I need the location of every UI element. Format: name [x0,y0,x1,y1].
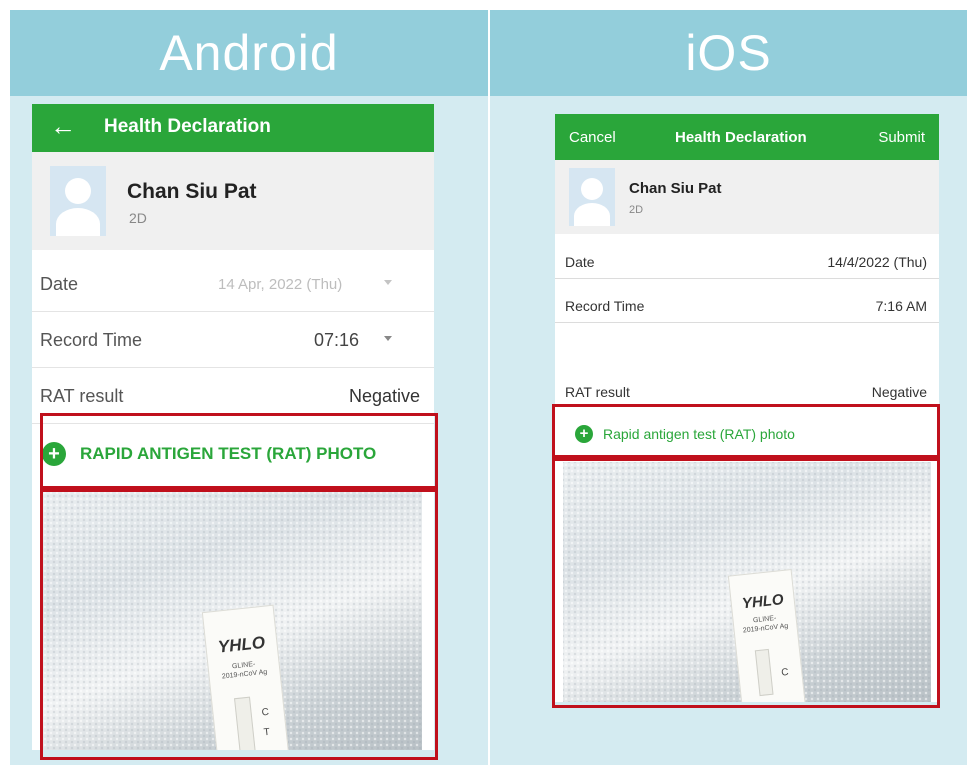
divider [555,278,939,279]
comparison-figure: Android iOS ← Health Declaration Chan Si… [0,0,970,773]
android-app-bar: ← Health Declaration [32,104,434,152]
ios-rat-button-highlight [552,404,940,458]
divider [555,322,939,323]
ios-photo-highlight [552,458,940,708]
cancel-button[interactable]: Cancel [569,129,616,146]
submit-button[interactable]: Submit [878,129,925,146]
ios-date-value: 14/4/2022 (Thu) [827,254,927,270]
android-date-label: Date [40,274,79,294]
person-placeholder-icon [50,166,106,236]
ios-profile-card: Chan Siu Pat 2D [555,160,939,234]
android-record-time-value: 07:16 [314,330,360,350]
ios-record-time-value: 7:16 AM [875,298,927,314]
ios-rat-result-label: RAT result [565,384,630,400]
android-photo-highlight [40,489,438,760]
ios-section-title: iOS [490,10,967,96]
android-rat-button-highlight [40,413,438,489]
arrow-left-icon[interactable]: ← [50,109,76,143]
android-record-time-row[interactable]: Record Time 07:16 [32,314,434,368]
ios-nav-bar: Cancel Health Declaration Submit [555,114,939,160]
person-placeholder-icon [569,168,615,226]
ios-nav-title: Health Declaration [675,129,807,146]
ios-date-label: Date [565,254,595,270]
android-date-value: 14 Apr, 2022 (Thu) [218,276,343,293]
ios-rat-result-value: Negative [871,384,927,400]
ios-student-name: Chan Siu Pat [629,180,722,197]
chevron-down-icon [384,336,392,341]
ios-record-time-row[interactable]: Record Time 7:16 AM [555,284,939,326]
android-app-bar-title: Health Declaration [104,116,271,137]
ios-student-class: 2D [629,204,644,216]
ios-date-row[interactable]: Date 14/4/2022 (Thu) [555,240,939,282]
android-section-title: Android [10,10,488,96]
ios-record-time-label: Record Time [565,298,645,314]
android-rat-result-value: Negative [348,386,420,406]
android-date-row[interactable]: Date 14 Apr, 2022 (Thu) [32,258,434,312]
android-student-class: 2D [129,210,147,226]
android-student-name: Chan Siu Pat [127,180,257,203]
android-profile-card: Chan Siu Pat 2D [32,152,434,250]
android-rat-result-label: RAT result [40,386,124,406]
chevron-down-icon [384,280,392,285]
android-record-time-label: Record Time [40,330,143,350]
